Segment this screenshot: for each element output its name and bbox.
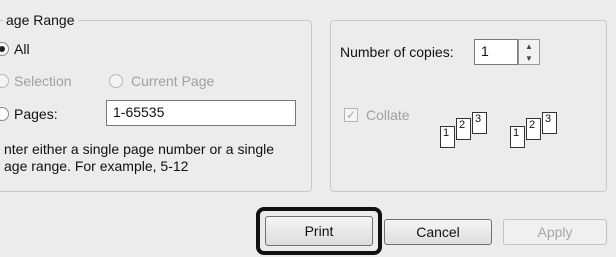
collate-page-1c: 1 (440, 126, 455, 148)
collate-page-1a: 3 (472, 112, 487, 134)
collate-page-2c: 1 (510, 126, 525, 148)
collate-page-2a: 3 (542, 112, 557, 134)
collate-checkbox[interactable]: ✓ (344, 108, 358, 122)
copies-spinner[interactable]: ▲ ▼ (518, 39, 540, 65)
copies-label: Number of copies: (340, 44, 454, 60)
collate-icon: 3 2 1 3 2 1 (440, 112, 580, 152)
selection-label[interactable]: Selection (14, 73, 72, 89)
print-dialog: age Range All Selection Current Page Pag… (0, 0, 616, 257)
page-range-help-line1: nter either a single page number or a si… (4, 141, 275, 157)
spin-down-icon[interactable]: ▼ (519, 52, 539, 64)
current-page-radio[interactable] (109, 74, 123, 88)
all-label[interactable]: All (14, 41, 30, 57)
page-range-help-line2: age range. For example, 5-12 (4, 158, 189, 174)
collate-label[interactable]: Collate (366, 107, 410, 123)
collate-page-2b: 2 (526, 118, 541, 140)
cancel-button[interactable]: Cancel (384, 219, 492, 245)
print-button[interactable]: Print (265, 216, 373, 246)
spin-up-icon[interactable]: ▲ (519, 40, 539, 52)
pages-input[interactable]: 1-65535 (106, 100, 296, 126)
pages-label[interactable]: Pages: (14, 106, 58, 122)
copies-input[interactable]: 1 (474, 39, 518, 65)
apply-button[interactable]: Apply (503, 219, 607, 245)
current-page-label[interactable]: Current Page (131, 73, 214, 89)
page-range-legend: age Range (3, 12, 78, 28)
collate-page-1b: 2 (456, 118, 471, 140)
